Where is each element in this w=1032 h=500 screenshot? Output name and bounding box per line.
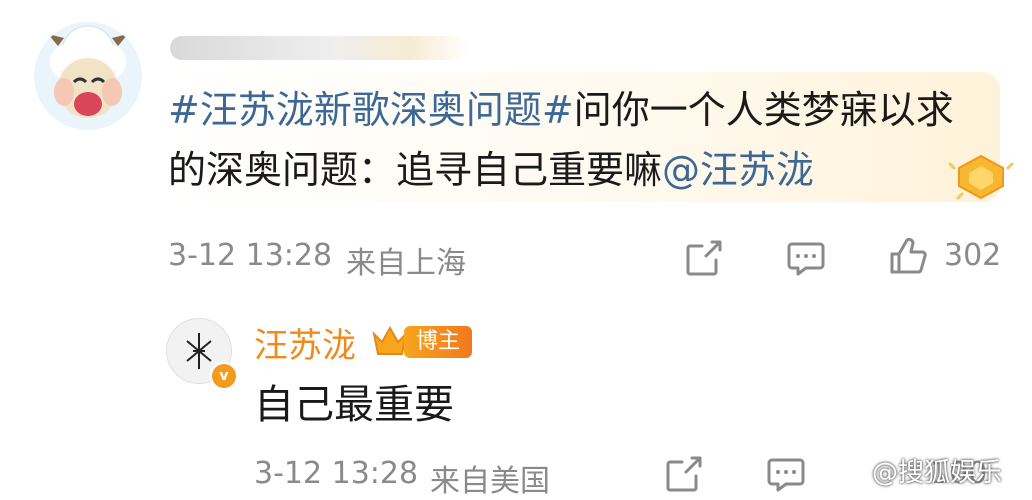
mention-link[interactable]: @汪苏泷 xyxy=(662,148,814,192)
reply-location: 来自美国 xyxy=(430,464,550,499)
share-icon[interactable] xyxy=(682,236,726,280)
reply-comment-icon[interactable] xyxy=(764,452,808,496)
verified-icon: v xyxy=(210,362,238,390)
reply-time: 3-12 13:28 xyxy=(254,456,419,491)
topic-link[interactable]: #汪苏泷新歌深奥问题# xyxy=(168,88,574,132)
like-icon[interactable] xyxy=(886,234,930,278)
badge-icon xyxy=(946,150,1016,210)
reply-text: 自己最重要 xyxy=(254,382,454,428)
comment-like-count: 302 xyxy=(944,238,1002,273)
commenter-avatar[interactable] xyxy=(34,22,142,130)
comment-location: 来自上海 xyxy=(346,246,466,281)
commenter-name-blurred xyxy=(170,36,470,60)
reply-share-icon[interactable] xyxy=(662,452,706,496)
blogger-tag: 博主 xyxy=(404,326,473,358)
source-watermark: @搜狐娱乐 xyxy=(872,458,1003,488)
comment-text: #汪苏泷新歌深奥问题#问你一个人类梦寐以求的深奥问题：追寻自己重要嘛@汪苏泷 xyxy=(168,80,968,200)
reply-author-name[interactable]: 汪苏泷 xyxy=(254,318,356,367)
comment-icon[interactable] xyxy=(784,236,828,280)
comment-time: 3-12 13:28 xyxy=(168,238,333,273)
